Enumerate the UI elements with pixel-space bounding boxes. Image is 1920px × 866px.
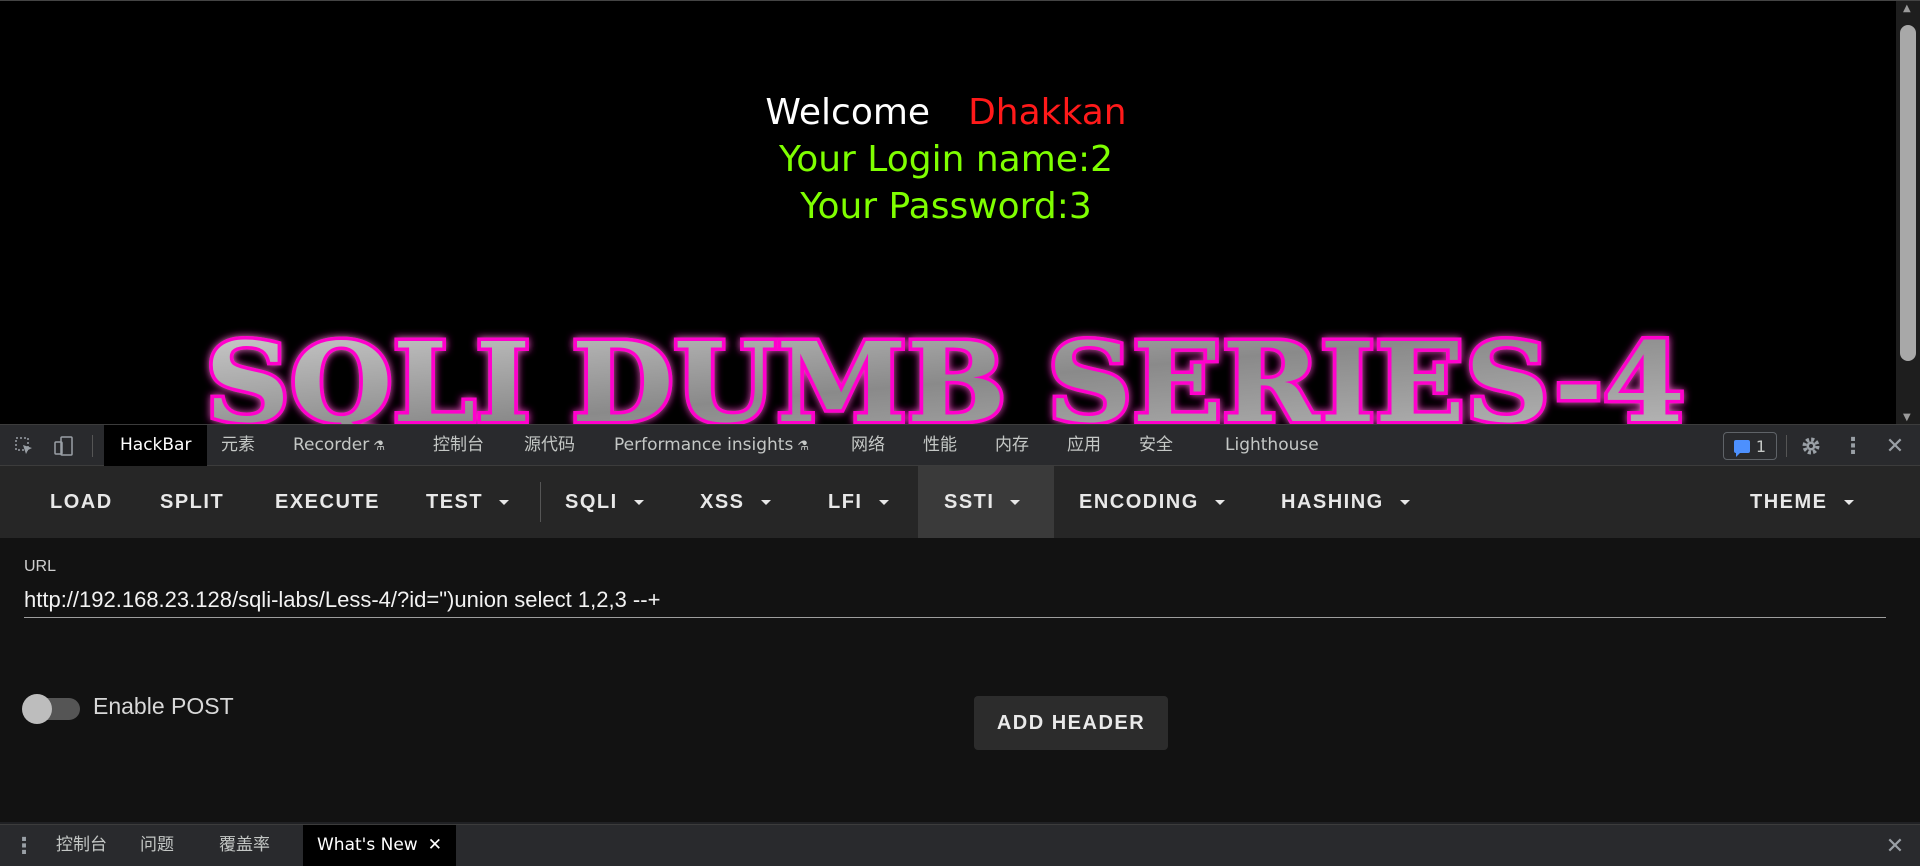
toolbar-divider — [92, 435, 93, 457]
hashing-dropdown[interactable]: HASHING — [1281, 466, 1410, 538]
scroll-thumb[interactable] — [1900, 25, 1916, 361]
xss-dropdown[interactable]: XSS — [700, 466, 771, 538]
lfi-dropdown[interactable]: LFI — [828, 466, 889, 538]
tab-hackbar[interactable]: HackBar — [104, 425, 208, 466]
theme-dropdown-label: THEME — [1750, 491, 1828, 513]
xss-dropdown-label: XSS — [700, 491, 745, 513]
toolbar-divider — [1786, 435, 1787, 457]
chevron-down-icon — [1843, 500, 1854, 506]
issues-badge[interactable]: 1 — [1723, 432, 1777, 460]
theme-dropdown[interactable]: THEME — [1750, 466, 1854, 538]
scroll-up-arrow-icon[interactable]: ▲ — [1903, 3, 1911, 14]
issues-chat-icon — [1733, 439, 1750, 457]
devtools-panel: HackBar 元素 Recorder ⚗ 控制台 源代码 Performance… — [0, 424, 1920, 866]
drawer-tab-coverage[interactable]: 覆盖率 — [219, 825, 270, 866]
login-name-line: Your Login name:2 — [779, 139, 1113, 180]
ssti-dropdown-label: SSTI — [944, 491, 995, 513]
load-button[interactable]: LOAD — [50, 466, 113, 538]
tab-recorder-label: Recorder — [293, 435, 370, 455]
experimental-flask-icon: ⚗ — [373, 439, 385, 454]
scroll-down-arrow-icon[interactable]: ▼ — [1903, 412, 1911, 423]
drawer-tab-whats-new[interactable]: What's New ✕ — [303, 825, 456, 866]
test-dropdown[interactable]: TEST — [426, 466, 510, 538]
lfi-dropdown-label: LFI — [828, 491, 863, 513]
devtools-drawer: ⋮ 控制台 问题 覆盖率 What's New ✕ ✕ — [0, 824, 1920, 866]
tab-recorder[interactable]: Recorder ⚗ — [293, 425, 385, 466]
close-devtools-icon[interactable]: ✕ — [1883, 434, 1907, 459]
experimental-flask-icon: ⚗ — [797, 439, 809, 454]
tab-sources[interactable]: 源代码 — [524, 425, 575, 466]
tab-performance-insights[interactable]: Performance insights ⚗ — [614, 425, 809, 466]
tab-memory[interactable]: 内存 — [995, 425, 1029, 466]
test-dropdown-label: TEST — [426, 491, 484, 513]
chevron-down-icon — [760, 500, 771, 506]
sqli-dropdown[interactable]: SQLI — [565, 466, 644, 538]
tab-lighthouse[interactable]: Lighthouse — [1225, 425, 1319, 466]
encoding-dropdown[interactable]: ENCODING — [1079, 466, 1225, 538]
enable-post-label: Enable POST — [93, 693, 234, 719]
tab-security[interactable]: 安全 — [1139, 425, 1173, 466]
chevron-down-icon — [1399, 500, 1410, 506]
chevron-down-icon — [499, 500, 510, 506]
devtools-tabbar: HackBar 元素 Recorder ⚗ 控制台 源代码 Performance… — [0, 424, 1920, 466]
banner-text: SQLI DUMB SERIES-4 — [205, 321, 1685, 424]
tab-performance-insights-label: Performance insights — [614, 435, 794, 455]
more-options-icon[interactable]: ⋮ — [1841, 434, 1865, 459]
enable-post-toggle[interactable] — [22, 694, 80, 724]
series-banner-image: SQLI DUMB SERIES-4 — [202, 321, 1689, 424]
hackbar-body: URL Enable POST ADD HEADER — [0, 538, 1920, 822]
toggle-knob[interactable] — [22, 694, 52, 724]
drawer-tab-whats-new-label: What's New — [317, 835, 418, 855]
drawer-menu-icon[interactable]: ⋮ — [12, 834, 36, 859]
chevron-down-icon — [633, 500, 644, 506]
hashing-dropdown-label: HASHING — [1281, 491, 1384, 513]
password-line: Your Password:3 — [800, 186, 1092, 227]
inspect-element-icon[interactable] — [12, 434, 36, 458]
issues-count: 1 — [1755, 436, 1767, 456]
drawer-tab-issues[interactable]: 问题 — [140, 825, 174, 866]
page-scrollbar[interactable]: ▲ ▼ — [1896, 1, 1920, 424]
close-tab-icon[interactable]: ✕ — [428, 835, 442, 855]
tab-network[interactable]: 网络 — [851, 425, 885, 466]
ssti-dropdown[interactable]: SSTI — [918, 466, 1054, 538]
url-input[interactable] — [24, 582, 1886, 618]
device-toolbar-icon[interactable] — [52, 434, 76, 458]
chevron-down-icon — [1214, 500, 1225, 506]
url-label: URL — [24, 558, 57, 575]
close-drawer-icon[interactable]: ✕ — [1883, 834, 1907, 859]
encoding-dropdown-label: ENCODING — [1079, 491, 1199, 513]
sqli-dropdown-label: SQLI — [565, 491, 618, 513]
chevron-down-icon — [878, 500, 889, 506]
split-button[interactable]: SPLIT — [160, 466, 224, 538]
tab-console[interactable]: 控制台 — [433, 425, 484, 466]
execute-button[interactable]: EXECUTE — [275, 466, 380, 538]
tab-elements[interactable]: 元素 — [221, 425, 255, 466]
page-viewport: Welcome Dhakkan Your Login name:2 Your Pa… — [0, 0, 1920, 424]
drawer-tab-console[interactable]: 控制台 — [56, 825, 107, 866]
tab-performance[interactable]: 性能 — [923, 425, 957, 466]
welcome-block: Welcome Dhakkan Your Login name:2 Your Pa… — [0, 89, 1892, 230]
welcome-text: Welcome — [765, 92, 931, 133]
add-header-button[interactable]: ADD HEADER — [974, 696, 1168, 750]
chevron-down-icon — [1010, 500, 1021, 506]
tab-application[interactable]: 应用 — [1067, 425, 1101, 466]
settings-gear-icon[interactable] — [1799, 434, 1823, 458]
menu-divider — [540, 482, 541, 522]
user-name: Dhakkan — [968, 92, 1127, 133]
hackbar-menu: LOAD SPLIT EXECUTE TEST SQLI XSS LFI SST… — [0, 466, 1920, 538]
